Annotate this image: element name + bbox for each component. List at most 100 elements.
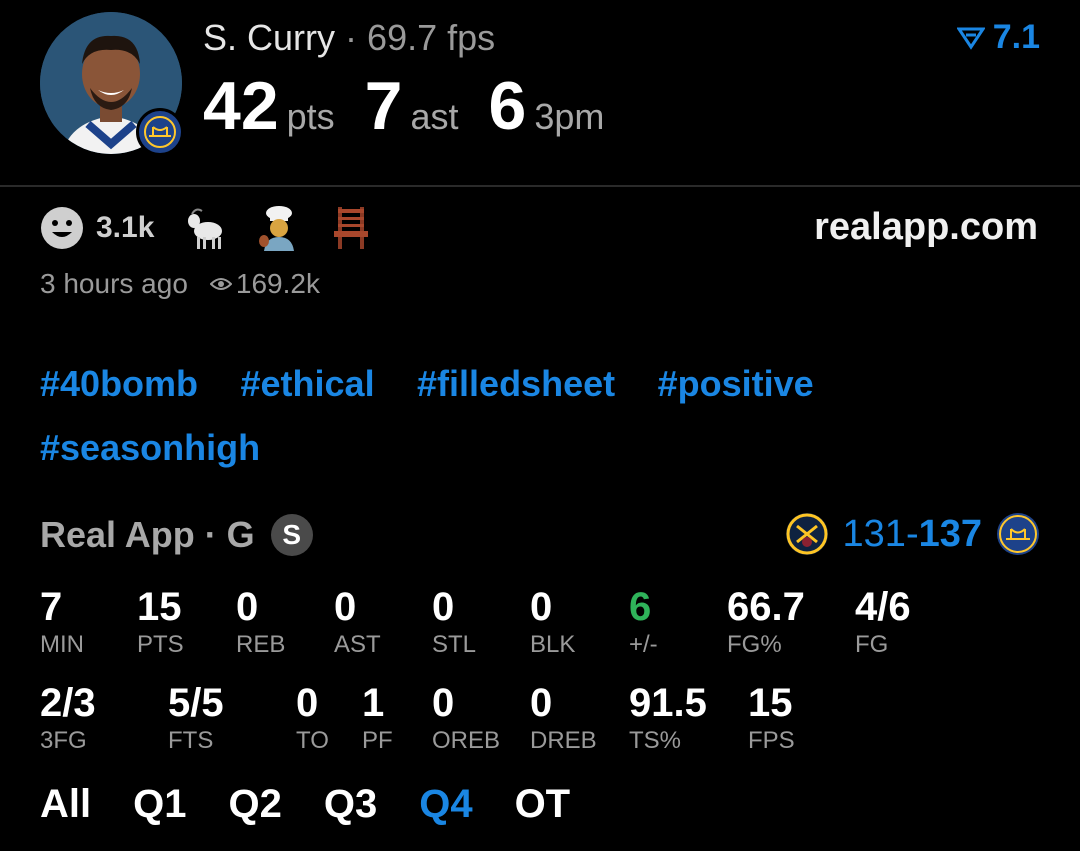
tab-q2[interactable]: Q2 <box>228 782 281 827</box>
headline-stat-unit: pts <box>286 96 335 137</box>
stat-reb: 0 REB <box>236 584 285 660</box>
stat-ts-pct: 91.5 TS% <box>629 680 707 756</box>
goat-emoji-icon[interactable] <box>184 205 230 251</box>
eye-icon <box>209 278 232 290</box>
reactions-row: 3.1k <box>40 204 400 252</box>
stat-value: 0 <box>334 585 357 629</box>
tab-all[interactable]: All <box>40 782 91 827</box>
stat-label: 3FG <box>40 727 87 754</box>
hashtag[interactable]: #seasonhigh <box>40 416 260 480</box>
stat-to: 0 TO <box>296 680 329 756</box>
stat-value: 15 <box>137 585 182 629</box>
headline-stat-value: 7 <box>364 68 403 144</box>
stat-label: AST <box>334 631 381 658</box>
hashtag[interactable]: #positive <box>658 352 814 416</box>
stat-fg-pct: 66.7 FG% <box>727 584 805 660</box>
stat-value: 0 <box>432 585 455 629</box>
headline-stat-unit: 3pm <box>534 96 605 137</box>
stat-value: 7 <box>40 585 63 629</box>
stat-label: TS% <box>629 727 682 754</box>
stat-pts: 15 PTS <box>137 584 184 660</box>
view-count: 169.2k <box>235 268 320 299</box>
quarter-tabs: All Q1 Q2 Q3 Q4 OT <box>40 782 612 827</box>
stat-label: MIN <box>40 631 84 658</box>
player-name[interactable]: S. Curry <box>203 17 335 58</box>
stat-fps: 15 FPS <box>748 680 795 756</box>
stat-dreb: 0 DREB <box>530 680 597 756</box>
player-title-line: S. Curry · 69.7 fps <box>203 16 495 60</box>
stat-value: 4/6 <box>855 585 911 629</box>
stat-pf: 1 PF <box>362 680 393 756</box>
stat-label: PF <box>362 727 393 754</box>
stat-label: FPS <box>748 727 795 754</box>
hashtag[interactable]: #ethical <box>241 352 375 416</box>
stat-value: 2/3 <box>40 681 96 725</box>
hashtag[interactable]: #40bomb <box>40 352 198 416</box>
stat-value: 66.7 <box>727 585 805 629</box>
stat-value: 0 <box>530 681 553 725</box>
headline-stat-unit: ast <box>410 96 459 137</box>
game-score[interactable]: 131 - 137 <box>785 512 1040 556</box>
stat-label: BLK <box>530 631 576 658</box>
stat-value: 15 <box>748 681 793 725</box>
stat-label: FG <box>855 631 889 658</box>
tab-q1[interactable]: Q1 <box>133 782 186 827</box>
hashtag-list: #40bomb #ethical #filledsheet #positive … <box>40 352 1040 480</box>
stat-label: FG% <box>727 631 782 658</box>
stat-oreb: 0 OREB <box>432 680 500 756</box>
stat-fg: 4/6 FG <box>855 584 911 660</box>
rating-value: 7.1 <box>992 18 1040 56</box>
stat-value: 0 <box>530 585 553 629</box>
stat-value: 91.5 <box>629 681 707 725</box>
stat-fts: 5/5 FTS <box>168 680 224 756</box>
warriors-logo-icon <box>136 108 184 156</box>
position-badge: S <box>270 514 313 556</box>
headline-stat-value: 6 <box>488 68 527 144</box>
stat-label: FTS <box>168 727 214 754</box>
stat-label: TO <box>296 727 329 754</box>
stat-3fg: 2/3 3FG <box>40 680 96 756</box>
headline-stat-value: 42 <box>203 68 279 144</box>
stat-stl: 0 STL <box>432 584 476 660</box>
time-ago: 3 hours ago <box>40 268 188 299</box>
warriors-logo-icon <box>997 513 1039 555</box>
nuggets-logo-icon <box>785 513 828 555</box>
separator: · <box>345 17 358 58</box>
cook-emoji-icon[interactable] <box>256 205 302 251</box>
stat-value: 5/5 <box>168 681 224 725</box>
stat-label: STL <box>432 631 477 658</box>
home-score: 137 <box>918 512 982 555</box>
site-link[interactable]: realapp.com <box>814 206 1038 249</box>
hashtag[interactable]: #filledsheet <box>417 352 615 416</box>
score-dash: - <box>905 512 919 555</box>
stat-label: DREB <box>530 727 597 754</box>
game-source-label: Real App · G S <box>40 514 313 556</box>
stat-min: 7 MIN <box>40 584 84 660</box>
stat-label: OREB <box>432 727 501 754</box>
chair-emoji-icon[interactable] <box>328 205 374 251</box>
stat-ast: 0 AST <box>334 584 381 660</box>
stat-value: 0 <box>236 585 259 629</box>
stat-value: 0 <box>432 681 455 725</box>
headline-stats: 42 pts 7 ast 6 3pm <box>203 66 634 146</box>
rating-icon <box>956 27 985 50</box>
stat-plus-minus: 6 +/- <box>629 584 658 660</box>
smiley-reaction-icon[interactable] <box>40 206 84 250</box>
tab-q3[interactable]: Q3 <box>324 782 377 827</box>
stat-label: PTS <box>137 631 184 658</box>
rating-badge[interactable]: 7.1 <box>956 18 1040 57</box>
tab-q4[interactable]: Q4 <box>419 782 472 827</box>
stat-value: 6 <box>629 585 652 629</box>
header-divider <box>0 185 1080 187</box>
stat-blk: 0 BLK <box>530 584 575 660</box>
stat-value: 0 <box>296 681 319 725</box>
away-score: 131 <box>842 512 906 555</box>
tab-ot[interactable]: OT <box>515 782 571 827</box>
stat-label: REB <box>236 631 286 658</box>
game-label-text: Real App · G <box>40 514 255 555</box>
post-meta: 3 hours ago 169.2k <box>40 268 320 300</box>
fps-label: 69.7 fps <box>367 17 496 58</box>
reaction-count: 3.1k <box>96 211 155 244</box>
stat-label: +/- <box>629 631 658 658</box>
stat-value: 1 <box>362 681 385 725</box>
